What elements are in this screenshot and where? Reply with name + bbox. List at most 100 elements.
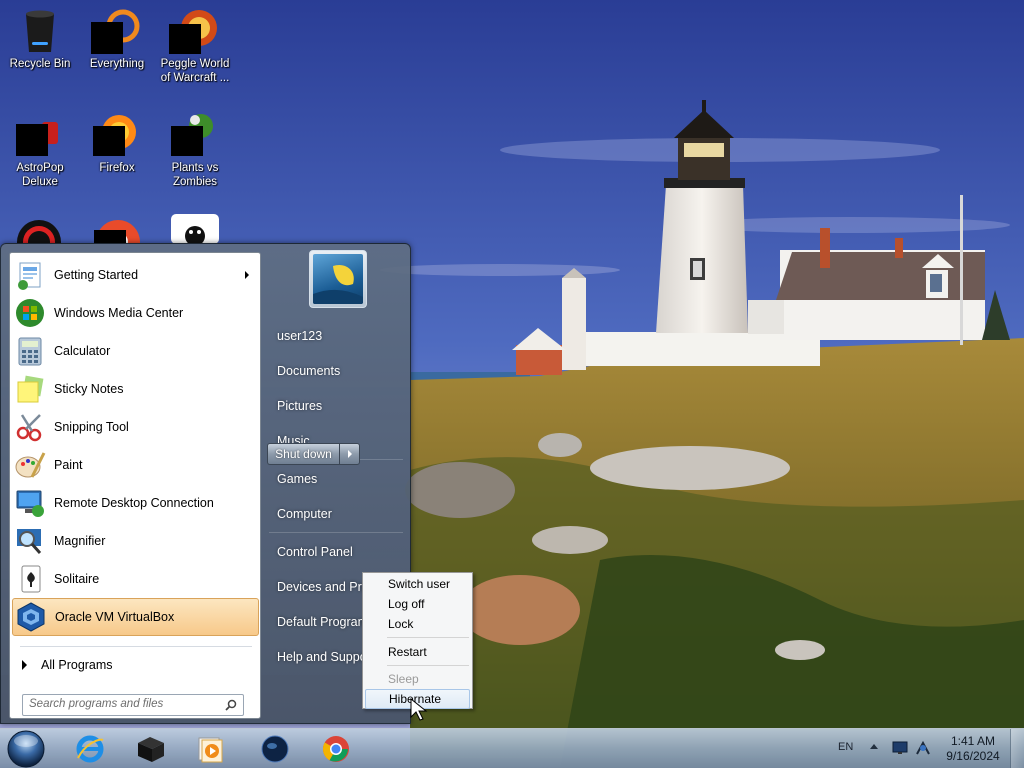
desktop-icon-recycle-bin[interactable]: Recycle Bin <box>0 0 80 96</box>
search-input[interactable]: Search programs and files <box>22 694 244 716</box>
search-icon <box>225 699 237 711</box>
taskbar: EN 1:41 AM 9/16/2024 <box>0 728 1024 768</box>
default-programs-link[interactable]: Default Program <box>277 607 368 637</box>
program-sticky-notes[interactable]: Sticky Notes <box>12 370 259 408</box>
desktop-icon-partial[interactable] <box>16 216 62 244</box>
virtualbox-icon <box>15 601 47 633</box>
getting-started-icon <box>14 259 46 291</box>
program-solitaire[interactable]: Solitaire <box>12 560 259 598</box>
right-pane-divider <box>269 532 403 533</box>
program-oracle-vm-virtualbox[interactable]: Oracle VM VirtualBox <box>12 598 259 636</box>
program-label: Oracle VM VirtualBox <box>55 610 175 624</box>
desktop-icon-label: Peggle World of Warcraft ... <box>160 58 230 84</box>
media-player-icon <box>198 737 223 763</box>
menu-item-sleep: Sleep <box>388 672 419 686</box>
shutdown-button[interactable]: Shut down <box>267 443 339 465</box>
start-button[interactable] <box>6 730 46 768</box>
computer-link[interactable]: Computer <box>277 499 332 529</box>
program-label: Remote Desktop Connection <box>54 496 214 510</box>
sticky-notes-icon <box>14 373 46 405</box>
taskbar-black-box-app[interactable] <box>122 732 178 766</box>
programs-divider <box>20 646 252 647</box>
program-label: Solitaire <box>54 572 100 586</box>
program-label: Paint <box>54 458 83 472</box>
magnifier-icon <box>14 525 46 557</box>
pictures-link[interactable]: Pictures <box>277 391 322 421</box>
taskbar-media-player[interactable] <box>182 732 238 766</box>
desktop-icon-plants-vs-zombies[interactable]: Plants vs Zombies <box>155 104 235 200</box>
shutdown-options-button[interactable] <box>339 443 360 465</box>
power-options-menu: Switch user Log off Lock Restart Sleep H… <box>362 572 473 709</box>
user-avatar[interactable] <box>309 250 367 308</box>
search-placeholder: Search programs and files <box>29 698 164 710</box>
program-paint[interactable]: Paint <box>12 446 259 484</box>
desktop-icon-everything[interactable]: Everything <box>77 0 157 96</box>
desktop-icon-label: AstroPop Deluxe <box>16 162 64 188</box>
network-icon[interactable] <box>914 740 932 756</box>
submenu-arrow-icon <box>245 271 249 279</box>
plants-vs-zombies-icon <box>171 110 219 158</box>
clock-time: 1:41 AM <box>950 734 996 748</box>
help-and-support-link[interactable]: Help and Suppo <box>277 642 367 672</box>
start-menu: Getting Started Windows Media Center Cal… <box>0 243 411 724</box>
desktop-icon-partial[interactable] <box>94 216 142 244</box>
everything-icon <box>91 6 141 54</box>
menu-item-restart[interactable]: Restart <box>365 642 470 662</box>
all-programs-label: All Programs <box>41 658 113 672</box>
recycle-bin-icon <box>16 6 64 54</box>
program-label: Sticky Notes <box>54 382 124 396</box>
taskbar-internet-explorer[interactable] <box>62 732 118 766</box>
start-menu-programs-pane: Getting Started Windows Media Center Cal… <box>9 252 261 719</box>
taskbar-chrome[interactable] <box>308 732 364 766</box>
firefox-icon <box>93 110 141 158</box>
program-windows-media-center[interactable]: Windows Media Center <box>12 294 259 332</box>
program-snipping-tool[interactable]: Snipping Tool <box>12 408 259 446</box>
astropop-icon <box>16 110 64 158</box>
menu-separator <box>387 637 469 638</box>
taskbar-globe-app[interactable] <box>247 732 303 766</box>
control-panel-link[interactable]: Control Panel <box>277 537 353 567</box>
games-link[interactable]: Games <box>277 464 317 494</box>
chevron-right-icon <box>348 450 352 458</box>
language-indicator[interactable]: EN <box>838 741 853 753</box>
program-label: Windows Media Center <box>54 306 184 320</box>
program-label: Snipping Tool <box>54 420 129 434</box>
desktop-icon-label: Plants vs Zombies <box>171 162 219 188</box>
snipping-tool-icon <box>14 411 46 443</box>
menu-item-log-off[interactable]: Log off <box>365 594 470 614</box>
desktop-icon-astropop[interactable]: AstroPop Deluxe <box>0 104 80 200</box>
media-center-icon <box>14 297 46 329</box>
all-programs-button[interactable]: All Programs <box>16 653 256 677</box>
program-label: Calculator <box>54 344 111 358</box>
program-label: Getting Started <box>54 268 139 282</box>
desktop-icon-label: Firefox <box>99 162 135 174</box>
program-magnifier[interactable]: Magnifier <box>12 522 259 560</box>
solitaire-icon <box>14 563 46 595</box>
menu-item-lock[interactable]: Lock <box>365 614 470 634</box>
documents-link[interactable]: Documents <box>277 356 340 386</box>
program-getting-started[interactable]: Getting Started <box>12 256 259 294</box>
desktop-icon-label: Everything <box>89 58 145 70</box>
program-label: Magnifier <box>54 534 106 548</box>
paint-icon <box>14 449 46 481</box>
devices-and-printers-link[interactable]: Devices and Prin <box>277 572 372 602</box>
desktop-icon-partial[interactable] <box>171 214 219 244</box>
show-desktop-button[interactable] <box>1010 729 1024 768</box>
internet-explorer-icon <box>76 735 104 763</box>
show-hidden-icons-icon[interactable] <box>870 744 878 749</box>
all-programs-arrow-icon <box>22 660 27 670</box>
peggle-icon <box>169 6 219 54</box>
menu-item-switch-user[interactable]: Switch user <box>365 574 470 594</box>
desktop-icon-peggle[interactable]: Peggle World of Warcraft ... <box>155 0 235 96</box>
remote-desktop-icon <box>14 487 46 519</box>
desktop-icon-firefox[interactable]: Firefox <box>77 104 157 200</box>
menu-separator <box>387 665 469 666</box>
black-box-app-icon <box>138 737 164 762</box>
mouse-cursor-icon <box>410 698 428 721</box>
system-clock[interactable]: 1:41 AM 9/16/2024 <box>942 734 1004 764</box>
program-calculator[interactable]: Calculator <box>12 332 259 370</box>
user-name-link[interactable]: user123 <box>277 321 322 351</box>
program-remote-desktop[interactable]: Remote Desktop Connection <box>12 484 259 522</box>
globe-app-icon <box>261 735 289 763</box>
action-center-icon[interactable] <box>892 741 908 755</box>
